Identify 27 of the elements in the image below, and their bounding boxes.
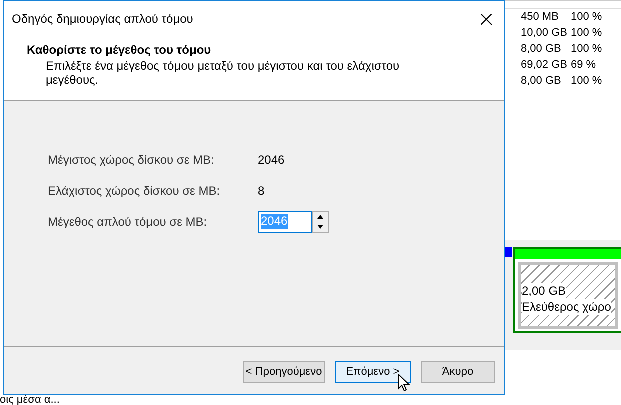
partition-header-bar — [505, 247, 512, 257]
capacity-cell-text: 450 MB — [520, 10, 560, 25]
close-icon[interactable] — [481, 14, 492, 24]
volume-label: οις μέσα α... — [0, 395, 60, 405]
capacity-cell-text: 10,00 GB — [520, 26, 568, 41]
wizard-button[interactable]: < Προηγούμενο — [243, 361, 325, 383]
field-value: 8 — [258, 182, 265, 200]
window-title: Οδηγός δημιουργίας απλού τόμου — [12, 11, 194, 28]
free-space-size: 2,00 GB — [522, 282, 566, 298]
percent-free-cell-text: 100 % — [571, 10, 602, 25]
wizard-button[interactable]: Άκυρο — [421, 361, 495, 383]
percent-free-cell-text: 100 % — [571, 26, 602, 41]
field-label: Ελάχιστος χώρος δίσκου σε MB: — [48, 182, 222, 200]
page-heading: Καθορίστε το μέγεθος του τόμου — [27, 42, 212, 59]
percent-free-cell-text: 69 % — [571, 58, 596, 73]
mouse-pointer-icon — [398, 374, 410, 392]
page-description: Επιλέξτε ένα μέγεθος τόμου μεταξύ του μέγιστου και του ελάχιστου μεγέθους. — [46, 59, 401, 87]
percent-free-cell-text: 100 % — [571, 42, 602, 57]
capacity-cell-text: 8,00 GB — [520, 74, 562, 89]
field-label: Μέγεθος απλού τόμου σε MB: — [48, 214, 208, 230]
capacity-cell-text: 8,00 GB — [520, 42, 562, 57]
field-label: Μέγιστος χώρος δίσκου σε MB: — [48, 152, 216, 168]
percent-free-cell-text: 100 % — [571, 74, 602, 89]
free-space-label: Ελεύθερος χώρο — [522, 298, 612, 314]
wizard-button[interactable]: Επόμενο > — [335, 361, 411, 383]
field-value: 2046 — [258, 152, 285, 168]
capacity-cell-text: 69,02 GB — [520, 58, 568, 73]
